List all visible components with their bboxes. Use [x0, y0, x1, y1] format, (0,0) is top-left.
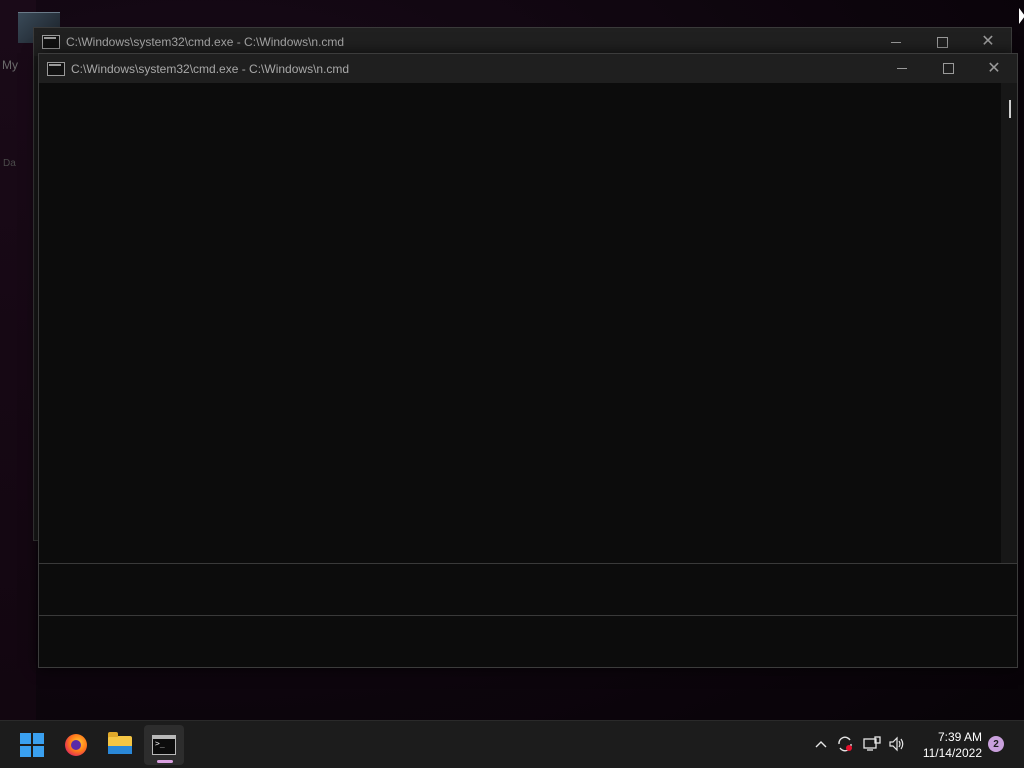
cmd-icon	[42, 35, 60, 49]
console-panel	[39, 615, 1017, 667]
minimize-icon	[897, 68, 907, 69]
vertical-scrollbar[interactable]	[1001, 83, 1017, 563]
maximize-button[interactable]	[919, 28, 965, 56]
window-title: C:\Windows\system32\cmd.exe - C:\Windows…	[71, 61, 350, 76]
window-title: C:\Windows\system32\cmd.exe - C:\Windows…	[66, 35, 345, 49]
system-clock[interactable]: 7:39 AM 11/14/2022	[914, 729, 982, 761]
taskbar-firefox-button[interactable]	[56, 725, 96, 765]
notification-center-badge[interactable]: 2	[988, 736, 1004, 752]
start-button[interactable]	[12, 725, 52, 765]
close-icon: ✕	[987, 59, 1001, 77]
title-bar[interactable]: C:\Windows\system32\cmd.exe - C:\Windows…	[34, 28, 1011, 56]
clock-time: 7:39 AM	[937, 730, 982, 744]
active-app-indicator	[157, 760, 173, 763]
firefox-icon	[65, 734, 87, 756]
desktop-background	[0, 0, 36, 720]
sync-icon	[838, 736, 852, 752]
desktop-icon-label: My	[2, 58, 18, 72]
maximize-icon	[942, 63, 954, 74]
maximize-icon	[936, 36, 948, 48]
desktop-icon-label-2: Da	[3, 158, 16, 169]
network-button[interactable]	[861, 733, 883, 755]
folder-icon	[108, 732, 132, 754]
chevron-up-icon	[815, 741, 827, 748]
minimize-button[interactable]	[879, 55, 925, 83]
scrollbar-thumb[interactable]	[1009, 100, 1011, 118]
taskbar-cmd-button[interactable]	[144, 725, 184, 765]
console-output[interactable]	[39, 83, 1017, 563]
minimize-icon	[891, 41, 901, 43]
close-button[interactable]: ✕	[965, 28, 1011, 56]
volume-button[interactable]	[886, 733, 908, 755]
maximize-button[interactable]	[925, 55, 971, 83]
title-bar[interactable]: C:\Windows\system32\cmd.exe - C:\Windows…	[39, 54, 1017, 83]
mouse-cursor-icon	[1019, 8, 1024, 24]
cmd-window-front[interactable]: C:\Windows\system32\cmd.exe - C:\Windows…	[38, 53, 1018, 668]
show-hidden-icons-button[interactable]	[810, 733, 832, 755]
network-icon	[863, 736, 881, 751]
taskbar-file-explorer-button[interactable]	[100, 725, 140, 765]
cmd-icon	[152, 735, 176, 755]
close-button[interactable]: ✕	[971, 55, 1017, 83]
console-panel	[39, 563, 1017, 615]
windows-start-icon	[20, 733, 44, 757]
taskbar: 7:39 AM 11/14/2022 2	[0, 720, 1024, 768]
volume-icon	[889, 736, 904, 752]
close-icon: ✕	[981, 33, 995, 50]
minimize-button[interactable]	[873, 28, 919, 56]
clock-date: 11/14/2022	[922, 746, 982, 760]
sync-status-button[interactable]	[834, 733, 856, 755]
cmd-icon	[47, 61, 65, 76]
